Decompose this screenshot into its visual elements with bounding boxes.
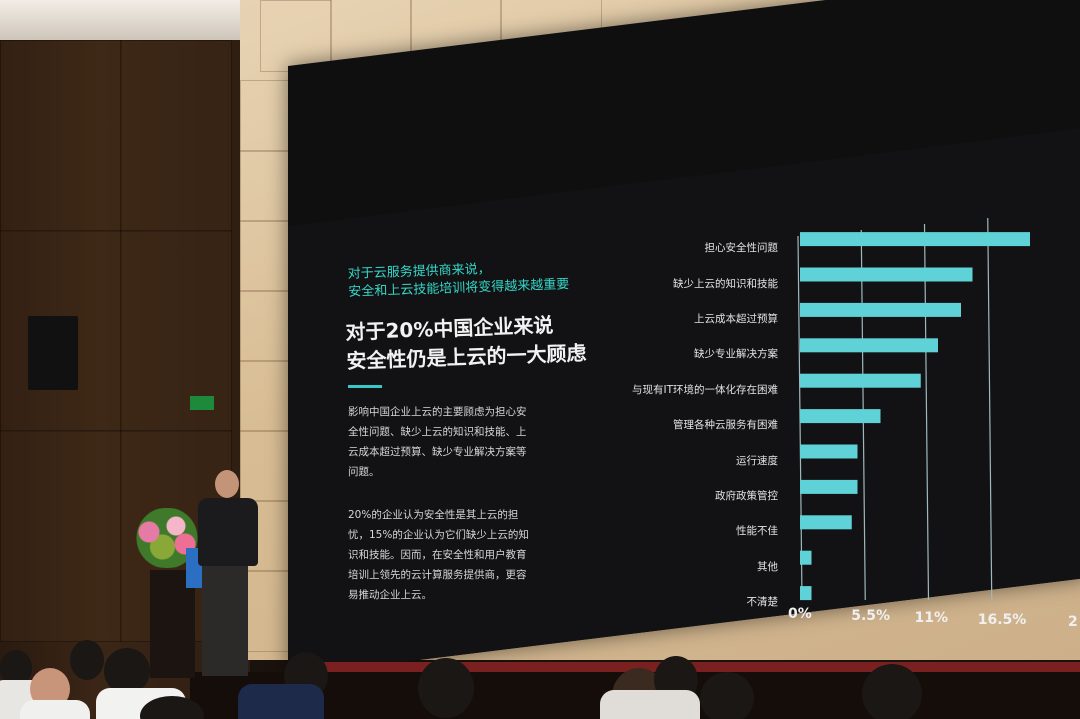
bar [800,444,858,459]
category-label: 不清楚 [746,596,779,609]
bar [800,338,938,353]
bar [800,232,1030,247]
photo-scene: 对于云服务提供商来说， 安全和上云技能培训将变得越来越重要 对于20%中国企业来… [0,0,1080,719]
bar [800,409,881,424]
bar [800,550,812,565]
x-tick-label: 5.5% [851,608,891,624]
speaker-legs [202,564,248,676]
category-label: 担心安全性问题 [704,242,779,255]
bar [800,267,973,282]
category-label: 缺少上云的知识和技能 [673,277,778,290]
bar [800,373,921,388]
speaker-head [215,470,239,498]
x-tick-label: 0% [788,606,812,622]
gridline [987,217,993,601]
category-label: 运行速度 [736,454,778,467]
bar [800,515,852,530]
category-label: 上云成本超过预算 [694,312,778,325]
bar [800,302,961,317]
bar [800,586,812,601]
category-label: 管理各种云服务有困难 [673,419,778,432]
x-tick-label: 2 [1068,614,1078,630]
x-tick-label: 11% [914,610,949,626]
category-label: 性能不佳 [736,525,778,538]
speaker-body [198,498,258,566]
category-label: 其他 [757,560,778,573]
x-tick-label: 16.5% [977,612,1027,628]
bar [800,479,858,494]
category-label: 与现有IT环境的一体化存在困难 [631,383,778,396]
category-label: 缺少专业解决方案 [694,348,778,361]
category-label: 政府政策管控 [715,489,778,502]
